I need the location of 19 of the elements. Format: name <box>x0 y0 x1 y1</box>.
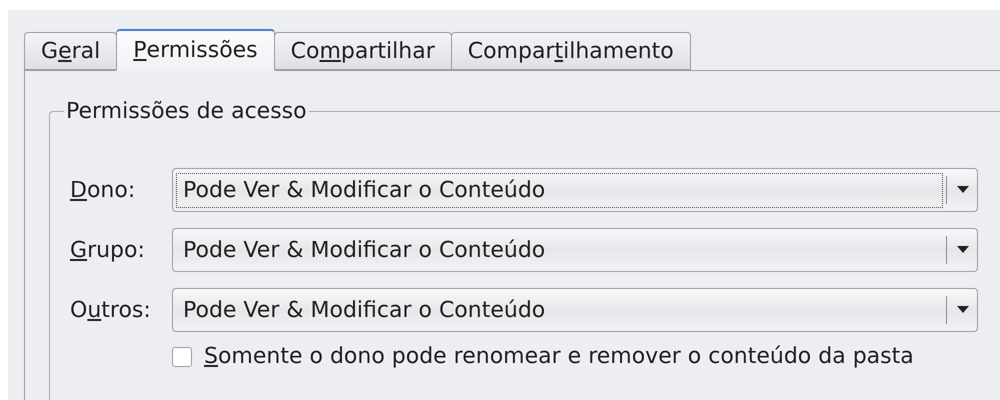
field-label: Grupo: <box>70 238 146 262</box>
dropdown[interactable]: Pode Ver & Modificar o Conteúdo <box>172 228 978 272</box>
dropdown[interactable]: Pode Ver & Modificar o Conteúdo <box>172 168 978 212</box>
dropdown[interactable]: Pode Ver & Modificar o Conteúdo <box>172 288 978 332</box>
dropdown-value: Pode Ver & Modificar o Conteúdo <box>182 236 546 264</box>
dropdown-arrow-icon <box>957 306 969 314</box>
tab[interactable]: Compartilhamento <box>450 32 691 70</box>
group-title: Permissões de acesso <box>65 99 308 124</box>
field-label: Dono: <box>70 178 136 202</box>
dropdown-value: Pode Ver & Modificar o Conteúdo <box>182 296 546 324</box>
field-label: Outros: <box>70 298 152 322</box>
dropdown-arrow-icon <box>957 186 969 194</box>
tab[interactable]: Geral <box>24 32 118 70</box>
dropdown-arrow-icon <box>957 246 969 254</box>
checkbox-label: Somente o dono pode renomear e remover o conteúdo da pasta <box>204 344 914 369</box>
tab[interactable]: Compartilhar <box>274 32 452 70</box>
checkbox[interactable] <box>172 346 192 366</box>
tab[interactable]: Permissões <box>116 29 275 71</box>
dropdown-value: Pode Ver & Modificar o Conteúdo <box>177 174 942 206</box>
